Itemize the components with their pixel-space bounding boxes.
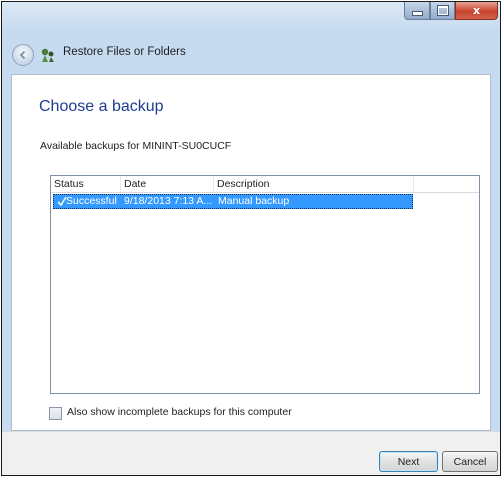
backups-list[interactable]: Status Date Description Successful 9/18/… — [50, 175, 480, 394]
cancel-button[interactable]: Cancel — [442, 451, 498, 472]
maximize-icon — [436, 5, 449, 16]
column-header-date[interactable]: Date — [121, 176, 214, 192]
back-arrow-icon — [19, 50, 26, 60]
table-row[interactable]: Successful 9/18/2013 7:13 A... Manual ba… — [53, 194, 413, 209]
show-incomplete-label[interactable]: Also show incomplete backups for this co… — [67, 406, 292, 418]
next-button[interactable]: Next — [379, 451, 438, 472]
close-icon: x — [472, 4, 481, 17]
button-bar: Next Cancel — [2, 431, 500, 475]
back-button[interactable] — [12, 44, 34, 66]
maximize-button[interactable] — [430, 2, 455, 20]
window-controls: x — [404, 2, 498, 21]
row-status: Successful — [66, 195, 117, 207]
column-header-description[interactable]: Description — [214, 176, 414, 192]
row-description: Manual backup — [218, 195, 290, 207]
column-header-status[interactable]: Status — [51, 176, 121, 192]
minimize-icon — [411, 11, 423, 16]
show-incomplete-checkbox[interactable] — [49, 407, 62, 420]
close-button[interactable]: x — [455, 2, 498, 20]
content-panel: Choose a backup Available backups for MI… — [11, 74, 491, 431]
minimize-button[interactable] — [404, 2, 430, 20]
row-date: 9/18/2013 7:13 A... — [124, 195, 213, 207]
restore-dialog-window: x Restore Files or Folders Choose a back… — [1, 1, 501, 476]
dialog-title: Restore Files or Folders — [63, 46, 186, 58]
list-header: Status Date Description — [51, 176, 479, 193]
title-bar[interactable]: x — [2, 2, 500, 32]
page-heading: Choose a backup — [39, 98, 164, 115]
navigation-row: Restore Files or Folders — [2, 40, 500, 70]
restore-wizard-icon — [41, 48, 54, 62]
available-backups-label: Available backups for MININT-SU0CUCF — [40, 140, 232, 152]
